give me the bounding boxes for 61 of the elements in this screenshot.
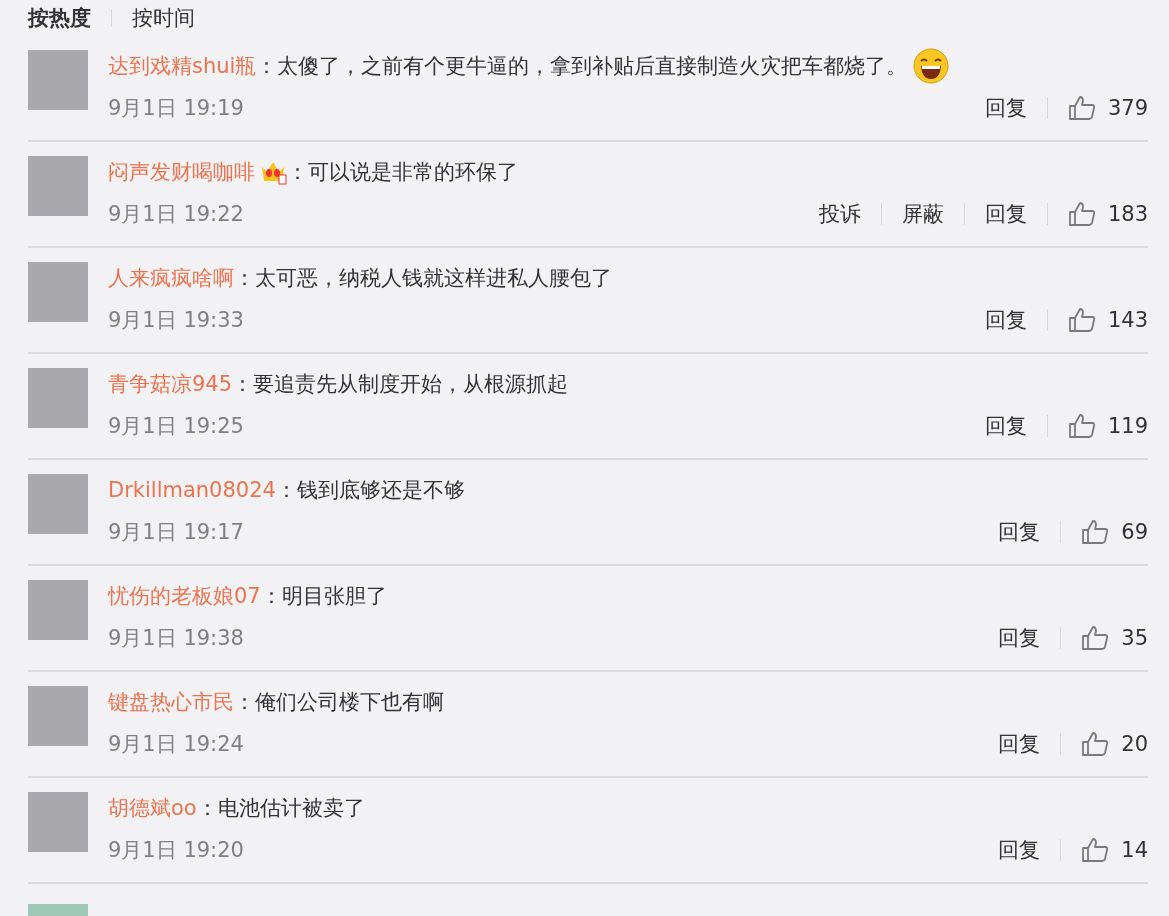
like-button[interactable]: 119 bbox=[1067, 413, 1148, 439]
like-button[interactable]: 379 bbox=[1067, 95, 1148, 121]
colon-separator: ： bbox=[234, 689, 255, 716]
thumbs-up-icon bbox=[1081, 625, 1110, 651]
thumbs-up-icon bbox=[1067, 413, 1096, 439]
action-link[interactable]: 回复 bbox=[984, 306, 1027, 334]
comment-date: 9月1日 19:38 bbox=[108, 625, 244, 652]
avatar-placeholder[interactable] bbox=[28, 474, 88, 534]
comment-text: 太傻了，之前有个更牛逼的，拿到补贴后直接制造火灾把车都烧了。 bbox=[277, 53, 908, 80]
comment-date: 9月1日 19:25 bbox=[108, 413, 244, 440]
avatar-placeholder[interactable] bbox=[28, 50, 88, 110]
colon-separator: ： bbox=[196, 795, 218, 822]
thumbs-up-icon bbox=[1081, 731, 1110, 757]
like-button[interactable]: 69 bbox=[1081, 519, 1148, 545]
colon-separator: ： bbox=[234, 265, 255, 292]
comment-text: 要追责先从制度开始，从根源抓起 bbox=[253, 371, 569, 398]
avatar-placeholder[interactable] bbox=[28, 792, 88, 852]
comment-date: 9月1日 19:24 bbox=[108, 731, 244, 758]
like-button[interactable]: 35 bbox=[1081, 625, 1148, 651]
comment-date: 9月1日 19:17 bbox=[108, 519, 244, 546]
colon-separator: ： bbox=[260, 583, 282, 610]
comment-date: 9月1日 19:22 bbox=[108, 201, 244, 228]
colon-separator: ： bbox=[232, 371, 254, 398]
like-button[interactable]: 183 bbox=[1067, 201, 1148, 227]
comment-text: 电池估计被卖了 bbox=[217, 795, 365, 822]
avatar-placeholder[interactable] bbox=[28, 262, 88, 322]
thumbs-up-icon bbox=[1067, 95, 1096, 121]
thumbs-up-icon bbox=[1081, 519, 1110, 545]
comment-text: 太可恶，纳税人钱就这样进私人腰包了 bbox=[255, 265, 612, 292]
action-link[interactable]: 回复 bbox=[984, 94, 1027, 122]
action-link[interactable]: 投诉 bbox=[818, 200, 861, 228]
action-link[interactable]: 回复 bbox=[998, 836, 1041, 864]
action-link[interactable]: 回复 bbox=[984, 200, 1027, 228]
sort-tab[interactable]: 按热度 bbox=[28, 4, 91, 32]
action-link[interactable]: 回复 bbox=[998, 730, 1041, 758]
comment-date: 9月1日 19:19 bbox=[108, 95, 244, 122]
colon-separator: ： bbox=[256, 53, 278, 80]
colon-separator: ： bbox=[275, 477, 297, 504]
action-link[interactable]: 回复 bbox=[998, 624, 1041, 652]
comment-text: 俺们公司楼下也有啊 bbox=[255, 689, 444, 716]
avatar-placeholder[interactable] bbox=[28, 156, 88, 216]
thumbs-up-icon bbox=[1067, 307, 1096, 333]
thumbs-up-icon bbox=[1067, 201, 1096, 227]
comment-text: 明目张胆了 bbox=[281, 583, 387, 610]
like-button[interactable]: 14 bbox=[1081, 837, 1148, 863]
like-button[interactable]: 143 bbox=[1067, 307, 1148, 333]
comment-date: 9月1日 19:33 bbox=[108, 307, 244, 334]
colon-separator: ： bbox=[287, 159, 308, 186]
avatar-placeholder bbox=[28, 904, 88, 916]
comment-text: 可以说是非常的环保了 bbox=[308, 159, 518, 186]
avatar-placeholder[interactable] bbox=[28, 580, 88, 640]
avatar-placeholder[interactable] bbox=[28, 686, 88, 746]
comment-text: 钱到底够还是不够 bbox=[296, 477, 465, 504]
sort-tab[interactable]: 按时间 bbox=[132, 4, 195, 32]
action-link[interactable]: 回复 bbox=[984, 412, 1027, 440]
like-button[interactable]: 20 bbox=[1081, 731, 1148, 757]
comment-date: 9月1日 19:20 bbox=[108, 837, 244, 864]
avatar-placeholder[interactable] bbox=[28, 368, 88, 428]
thumbs-up-icon bbox=[1081, 837, 1110, 863]
action-link[interactable]: 回复 bbox=[998, 518, 1041, 546]
action-link[interactable]: 屏蔽 bbox=[901, 200, 944, 228]
